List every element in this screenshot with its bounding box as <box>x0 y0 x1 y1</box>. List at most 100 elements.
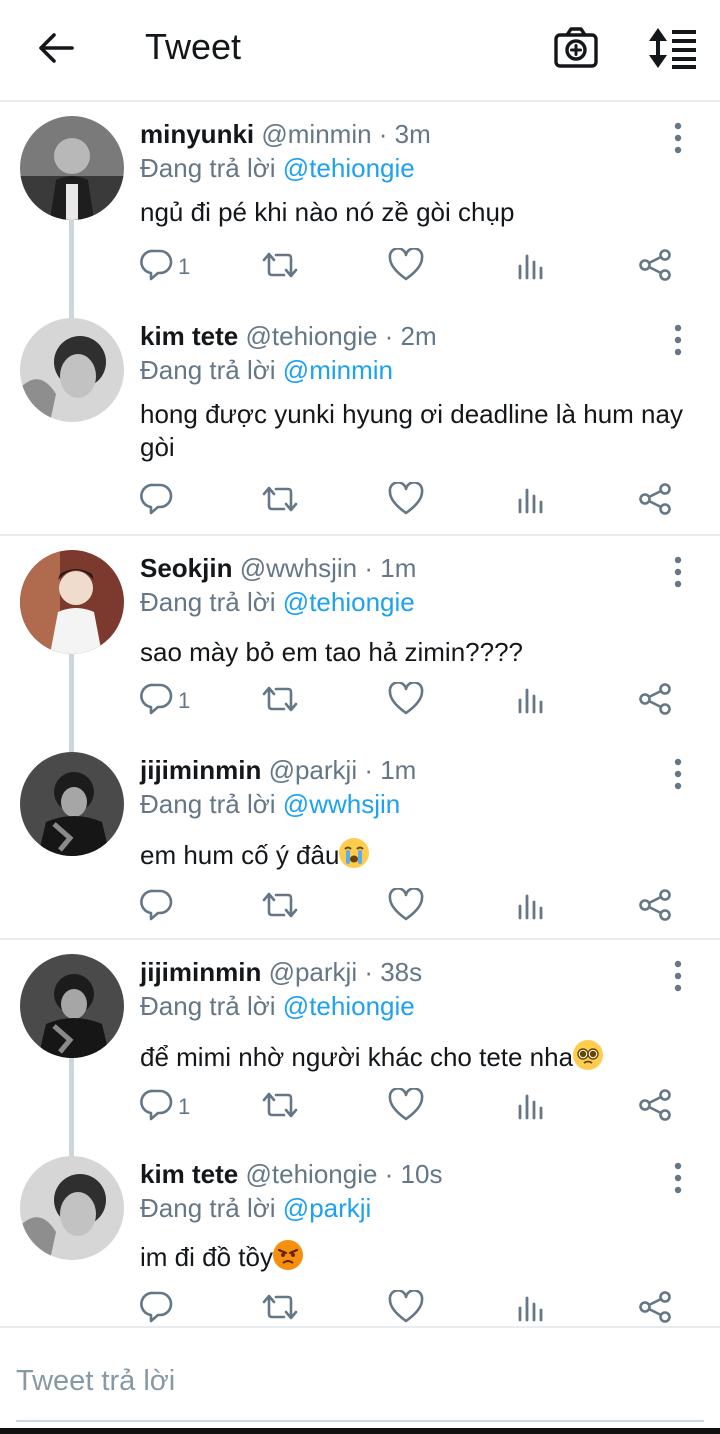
replying-to-label: Đang trả lời <box>140 789 276 819</box>
reply-icon <box>140 1291 173 1323</box>
reply-button[interactable] <box>140 482 210 522</box>
retweet-icon <box>262 1294 298 1320</box>
retweet-button[interactable] <box>260 1290 300 1326</box>
reply-button[interactable]: 1 <box>140 248 210 288</box>
like-icon <box>388 481 424 515</box>
like-button[interactable] <box>388 1087 424 1128</box>
reply-input[interactable] <box>16 1356 706 1406</box>
mention-link[interactable]: @tehiongie <box>283 153 415 183</box>
tweet-item[interactable]: jijiminmin @parkji · 38s Đang trả lời @t… <box>0 942 720 1156</box>
reply-icon <box>140 1089 173 1121</box>
top-app-bar: Tweet <box>0 0 720 102</box>
mention-link[interactable]: @parkji <box>283 1193 372 1223</box>
tweet-item[interactable]: jijiminmin @parkji · 1m Đang trả lời @ww… <box>0 740 720 938</box>
more-options-button[interactable] <box>666 1160 690 1196</box>
reply-icon <box>140 889 173 921</box>
thread-connector <box>69 654 74 752</box>
reply-count: 1 <box>178 254 191 279</box>
tweet-item[interactable]: Seokjin @wwhsjin · 1m Đang trả lời @tehi… <box>0 538 720 752</box>
avatar[interactable] <box>20 1156 124 1260</box>
handle-time: @wwhsjin · 1m <box>239 553 417 583</box>
avatar[interactable] <box>20 752 124 856</box>
display-name[interactable]: kim tete <box>140 1159 238 1189</box>
tweet-actions <box>140 1289 700 1326</box>
sort-icon <box>649 28 696 69</box>
sort-button[interactable] <box>646 24 698 72</box>
share-button[interactable] <box>638 1088 672 1128</box>
pleading-face-icon <box>573 1040 604 1070</box>
avatar[interactable] <box>20 954 124 1058</box>
share-icon <box>639 483 671 515</box>
display-name[interactable]: Seokjin <box>140 553 232 583</box>
like-button[interactable] <box>388 887 424 928</box>
tweet-text: im đi đồ tồy <box>140 1240 685 1274</box>
more-options-button[interactable] <box>666 958 690 994</box>
back-button[interactable] <box>34 26 78 70</box>
retweet-icon <box>262 486 298 512</box>
display-name[interactable]: minyunki <box>140 119 254 149</box>
analytics-button[interactable] <box>516 482 546 522</box>
more-options-button[interactable] <box>666 322 690 358</box>
handle-time: @tehiongie · 10s <box>245 1159 443 1189</box>
replying-to: Đang trả lời @wwhsjin <box>140 788 400 820</box>
loudly-crying-face-icon <box>339 838 370 868</box>
more-options-button[interactable] <box>666 120 690 156</box>
tweet-header: kim tete @tehiongie · 10s <box>140 1158 442 1190</box>
analytics-button[interactable] <box>516 888 546 928</box>
retweet-icon <box>262 892 298 918</box>
share-button[interactable] <box>638 1290 672 1326</box>
replying-to-label: Đang trả lời <box>140 1193 276 1223</box>
retweet-icon <box>262 1092 298 1118</box>
like-button[interactable] <box>388 681 424 722</box>
replying-to: Đang trả lời @parkji <box>140 1192 371 1224</box>
more-vertical-icon <box>674 758 682 790</box>
reply-composer <box>0 1326 720 1434</box>
reply-button[interactable] <box>140 1290 210 1326</box>
display-name[interactable]: jijiminmin <box>140 957 261 987</box>
analytics-icon <box>518 1094 543 1120</box>
mention-link[interactable]: @minmin <box>283 355 393 385</box>
like-button[interactable] <box>388 1289 424 1326</box>
replying-to: Đang trả lời @tehiongie <box>140 990 415 1022</box>
retweet-button[interactable] <box>260 888 300 928</box>
analytics-button[interactable] <box>516 1290 546 1326</box>
mention-link[interactable]: @wwhsjin <box>283 789 400 819</box>
display-name[interactable]: kim tete <box>140 321 238 351</box>
avatar[interactable] <box>20 550 124 654</box>
more-options-button[interactable] <box>666 554 690 590</box>
tweet-item[interactable]: kim tete @tehiongie · 10s Đang trả lời @… <box>0 1144 720 1326</box>
more-vertical-icon <box>674 556 682 588</box>
retweet-button[interactable] <box>260 248 300 288</box>
reply-button[interactable]: 1 <box>140 682 210 722</box>
tweet-header: Seokjin @wwhsjin · 1m <box>140 552 416 584</box>
like-button[interactable] <box>388 247 424 288</box>
mention-link[interactable]: @tehiongie <box>283 991 415 1021</box>
retweet-button[interactable] <box>260 682 300 722</box>
tweet-header: jijiminmin @parkji · 38s <box>140 956 422 988</box>
more-options-button[interactable] <box>666 756 690 792</box>
share-button[interactable] <box>638 888 672 928</box>
reply-button[interactable] <box>140 888 210 928</box>
retweet-button[interactable] <box>260 1088 300 1128</box>
like-button[interactable] <box>388 481 424 522</box>
analytics-icon <box>518 894 543 920</box>
share-icon <box>639 889 671 921</box>
share-button[interactable] <box>638 482 672 522</box>
analytics-button[interactable] <box>516 682 546 722</box>
share-button[interactable] <box>638 682 672 722</box>
tweet-item[interactable]: minyunki @minmin · 3m Đang trả lời @tehi… <box>0 104 720 318</box>
mention-link[interactable]: @tehiongie <box>283 587 415 617</box>
retweet-button[interactable] <box>260 482 300 522</box>
tweet-item[interactable]: kim tete @tehiongie · 2m Đang trả lời @m… <box>0 306 720 534</box>
tweet-actions: 1 <box>140 247 700 288</box>
reply-button[interactable]: 1 <box>140 1088 210 1128</box>
avatar[interactable] <box>20 116 124 220</box>
analytics-button[interactable] <box>516 248 546 288</box>
share-button[interactable] <box>638 248 672 288</box>
reply-count: 1 <box>178 1094 191 1119</box>
analytics-button[interactable] <box>516 1088 546 1128</box>
camera-button[interactable] <box>552 24 600 72</box>
avatar[interactable] <box>20 318 124 422</box>
display-name[interactable]: jijiminmin <box>140 755 261 785</box>
share-icon <box>639 683 671 715</box>
